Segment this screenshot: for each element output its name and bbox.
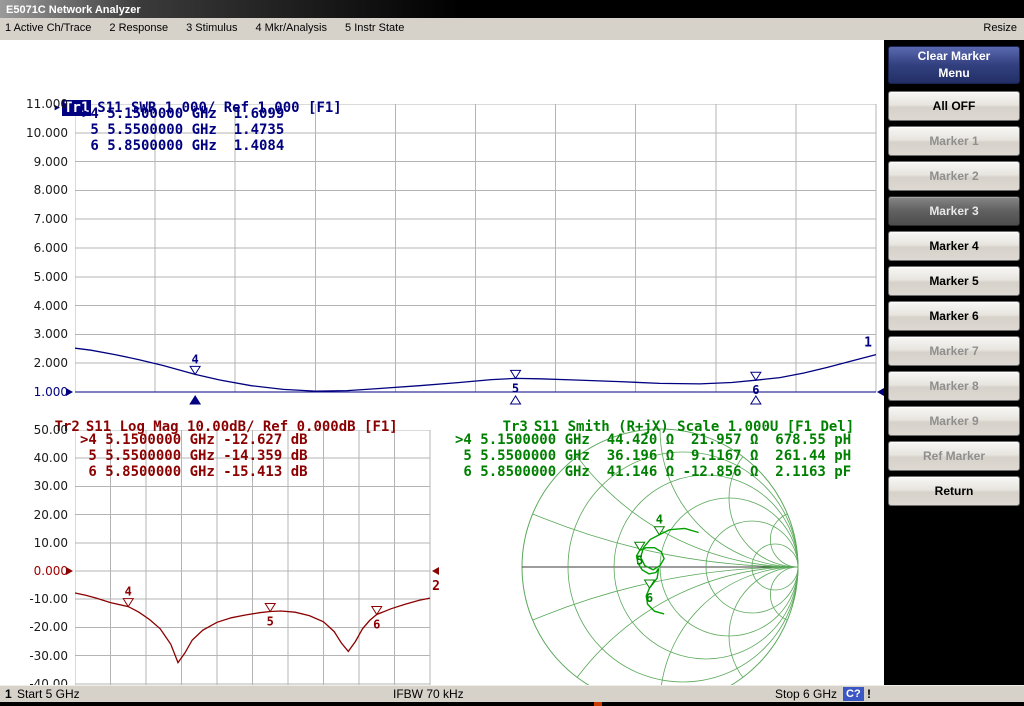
y-axis-label: -20.00 — [0, 619, 68, 635]
softkey-marker-1: Marker 1 — [888, 126, 1020, 156]
window-title: E5071C Network Analyzer — [0, 4, 141, 16]
start-frequency-readout: Start 5 GHz — [17, 686, 80, 703]
title-bar: E5071C Network Analyzer — [0, 0, 1024, 18]
softkey-menu-title-line1: Clear Marker — [889, 48, 1019, 65]
y-axis-label: 11.000 — [0, 96, 68, 112]
menu-item-5[interactable]: 5 Instr State — [336, 18, 413, 39]
marker-5-symbol — [511, 370, 521, 378]
marker-6-label: 6 — [646, 591, 653, 605]
softkey-marker-7: Marker 7 — [888, 336, 1020, 366]
tr2-ref-level-marker-right — [432, 567, 439, 575]
y-axis-label: 1.000 — [0, 384, 68, 400]
trace-display-area: ▶Tr1S11 SWR 1.000/ Ref 1.000 [F1] >4 5.1… — [0, 40, 884, 685]
y-axis-label: 6.000 — [0, 240, 68, 256]
softkey-marker-3[interactable]: Marker 3 — [888, 196, 1020, 226]
tr1-title: S11 SWR 1.000/ Ref 1.000 [F1] — [97, 100, 341, 116]
tr1-ref-level-marker-left — [66, 388, 73, 396]
y-axis-label: 20.00 — [0, 507, 68, 523]
softkey-all-off[interactable]: All OFF — [888, 91, 1020, 121]
smith-chart: 4 5 6 — [440, 428, 884, 706]
bottom-notch — [594, 702, 602, 706]
analyzer-screen: E5071C Network Analyzer 1 Active Ch/Trac… — [0, 0, 1024, 706]
tr1-ref-level-marker-right — [877, 388, 884, 396]
marker-5-label: 5 — [267, 614, 274, 628]
menu-item-3[interactable]: 3 Stimulus — [177, 18, 246, 39]
y-axis-label: -10.00 — [0, 591, 68, 607]
alert-indicator: ! — [867, 686, 871, 703]
resize-button[interactable]: Resize — [983, 18, 1017, 39]
marker-6-symbol — [751, 372, 761, 380]
softkey-marker-4[interactable]: Marker 4 — [888, 231, 1020, 261]
Tr1-trace-number: 1 — [864, 336, 872, 351]
active-channel-indicator: 1 — [5, 686, 12, 703]
status-bar: 1 Start 5 GHz IFBW 70 kHz Stop 6 GHz C? … — [0, 685, 1024, 703]
y-axis-label: 30.00 — [0, 478, 68, 494]
softkey-buttons: All OFF Marker 1 Marker 2 Marker 3 Marker 4 M… — [884, 91, 1024, 506]
y-axis-label: -30.00 — [0, 648, 68, 664]
y-axis-label: 10.000 — [0, 125, 68, 141]
menu-item-1[interactable]: 1 Active Ch/Trace — [0, 18, 100, 39]
softkey-marker-8: Marker 8 — [888, 371, 1020, 401]
softkey-panel: Clear Marker Menu All OFF Marker 1 Marker … — [884, 40, 1024, 685]
softkey-menu-title-line2: Menu — [889, 65, 1019, 82]
bottom-strip — [0, 702, 1024, 706]
marker-5-label: 5 — [512, 381, 519, 395]
correction-status-badge: C? — [843, 687, 864, 701]
softkey-marker-2: Marker 2 — [888, 161, 1020, 191]
menu-bar: 1 Active Ch/Trace2 Response3 Stimulus4 M… — [0, 18, 1024, 41]
marker-5-label: 5 — [636, 553, 643, 567]
y-axis-label: 4.000 — [0, 298, 68, 314]
tr3-title: S11 Smith (R+jX) Scale 1.000U [F1 Del] — [534, 419, 854, 435]
y-axis-label: 40.00 — [0, 450, 68, 466]
menu-item-2[interactable]: 2 Response — [100, 18, 177, 39]
y-axis-label: 0.000 — [0, 563, 68, 579]
y-axis-label: 10.00 — [0, 535, 68, 551]
tr2-logmag-graph: 4 5 6 2 — [75, 430, 444, 706]
y-axis-label: 9.000 — [0, 154, 68, 170]
menu-items: 1 Active Ch/Trace2 Response3 Stimulus4 M… — [0, 18, 413, 35]
tr1-swr-graph: 4561 — [75, 104, 890, 406]
y-axis-label: 5.000 — [0, 269, 68, 285]
tr2-title: S11 Log Mag 10.00dB/ Ref 0.000dB [F1] — [86, 419, 398, 435]
y-axis-label: 3.000 — [0, 326, 68, 342]
y-axis-label: 2.000 — [0, 355, 68, 371]
stop-frequency-readout: Stop 6 GHz — [775, 686, 837, 703]
softkey-return[interactable]: Return — [888, 476, 1020, 506]
y-axis-label: 8.000 — [0, 182, 68, 198]
marker-4-label: 4 — [125, 585, 132, 599]
ifbw-readout: IFBW 70 kHz — [393, 686, 464, 703]
softkey-ref-marker: Ref Marker — [888, 441, 1020, 471]
tr2-ref-level-marker-left — [66, 567, 73, 575]
y-axis-label: 50.00 — [0, 422, 68, 438]
menu-item-4[interactable]: 4 Mkr/Analysis — [246, 18, 336, 39]
marker-4-label: 4 — [656, 513, 663, 527]
tr3-name[interactable]: Tr3 — [503, 419, 528, 435]
Tr2-trace-number: 2 — [432, 579, 440, 594]
marker-4-label: 4 — [192, 352, 199, 366]
softkey-marker-9: Marker 9 — [888, 406, 1020, 436]
y-axis-label: 7.000 — [0, 211, 68, 227]
softkey-menu-title[interactable]: Clear Marker Menu — [888, 46, 1020, 84]
tr3-header: Tr3 S11 Smith (R+jX) Scale 1.000U [F1 Del… — [452, 403, 854, 451]
marker-6-label: 6 — [373, 617, 380, 631]
softkey-marker-5[interactable]: Marker 5 — [888, 266, 1020, 296]
marker-5-symbol — [265, 603, 275, 611]
softkey-marker-6[interactable]: Marker 6 — [888, 301, 1020, 331]
